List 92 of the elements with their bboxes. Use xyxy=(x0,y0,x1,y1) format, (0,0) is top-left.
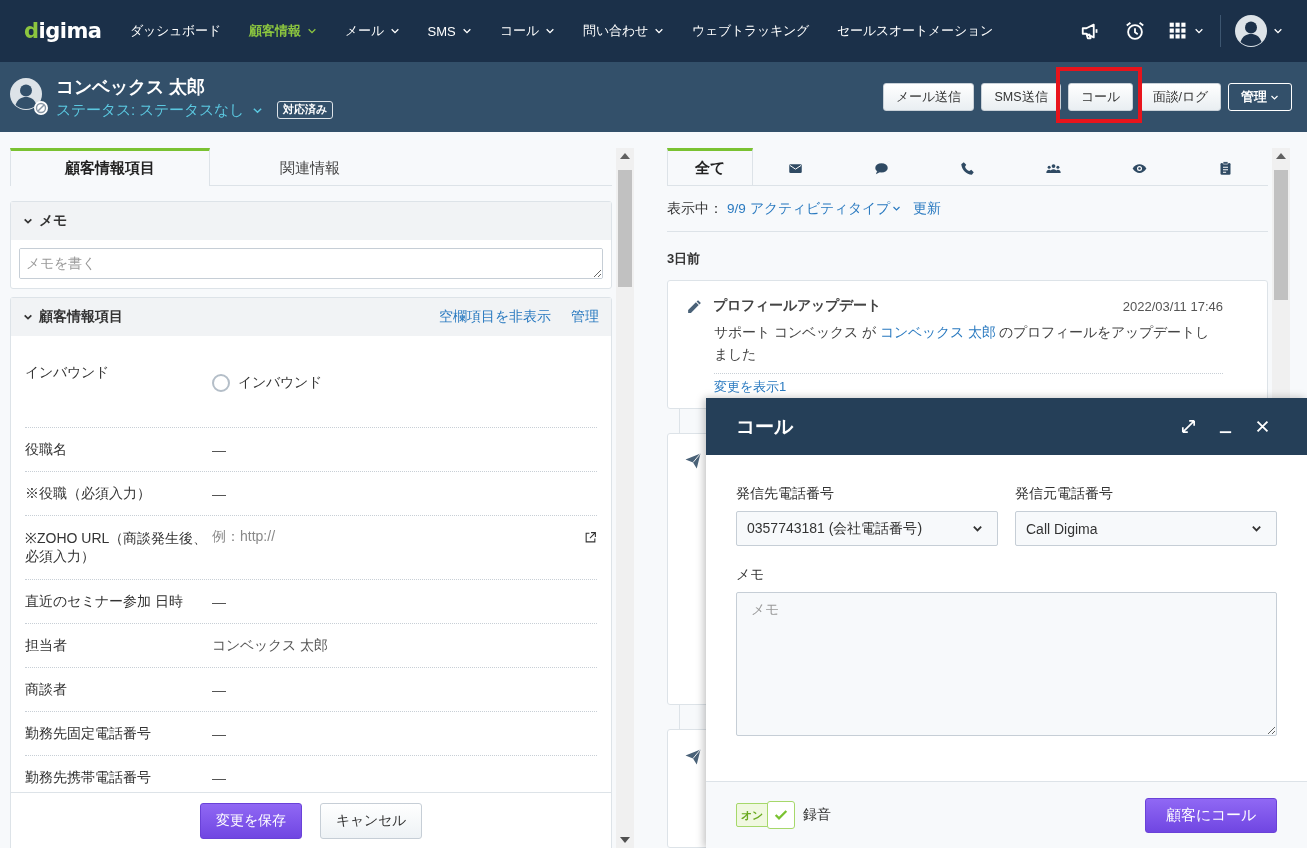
nav-item[interactable]: SMS xyxy=(427,23,472,39)
send-icon xyxy=(684,748,702,766)
chevron-down-icon[interactable] xyxy=(1251,523,1262,534)
filter-label: 表示中： xyxy=(667,199,723,218)
field-label: インバウンド xyxy=(25,364,110,382)
refresh-link[interactable]: 更新 xyxy=(912,199,941,218)
field-label: 商談者 xyxy=(25,680,68,699)
dialog-title: コール xyxy=(736,414,794,439)
section-title: 顧客情報項目 xyxy=(39,308,123,326)
apps-grid-icon[interactable] xyxy=(1168,21,1188,41)
chevron-down-icon xyxy=(1273,26,1283,36)
field-value: — xyxy=(212,769,226,786)
activity-title: プロフィールアップデート xyxy=(713,297,882,315)
chevron-down-icon xyxy=(1194,26,1204,36)
chevron-down-icon[interactable] xyxy=(23,312,33,322)
show-changes-link[interactable]: 変更を表示1 xyxy=(714,378,1223,396)
status-badge: 対応済み xyxy=(277,101,334,119)
chevron-down-icon[interactable] xyxy=(972,523,983,534)
field-value: — xyxy=(212,485,226,502)
url-field[interactable]: 例：http:// xyxy=(212,528,276,546)
scrollbar-thumb[interactable] xyxy=(618,170,632,287)
field-label: 発信元電話番号 xyxy=(1015,485,1114,503)
section-title: メモ xyxy=(39,212,67,230)
day-heading: 3日前 xyxy=(667,250,702,268)
phone-icon xyxy=(960,161,975,176)
destination-number-dropdown[interactable]: 0357743181 (会社電話番号) xyxy=(736,511,998,546)
nav-item[interactable]: 顧客情報 xyxy=(248,22,317,40)
section-link[interactable]: 空欄項目を非表示 xyxy=(439,308,551,326)
field-value: コンベックス 太郎 xyxy=(212,636,328,655)
caller-number-dropdown[interactable]: Call Digima xyxy=(1015,511,1277,546)
field-label: ※役職（必須入力） xyxy=(25,484,152,503)
action-button[interactable]: メール送信 xyxy=(883,83,975,111)
panel-tab[interactable]: 関連情報 xyxy=(210,148,410,186)
external-link-icon[interactable] xyxy=(584,530,597,544)
field-label: 発信先電話番号 xyxy=(736,485,835,503)
mail-icon xyxy=(788,161,804,176)
eye-icon xyxy=(1131,161,1147,176)
field-value: — xyxy=(212,681,226,698)
app-logo: digima xyxy=(24,19,102,43)
avatar-icon xyxy=(10,78,48,116)
action-button[interactable]: SMS送信 xyxy=(981,83,1061,111)
activity-type-dropdown[interactable]: 9/9 アクティビティタイプ xyxy=(727,199,901,218)
field-label: ※ZOHO URL（商談発生後、必須入力） xyxy=(25,529,209,566)
activity-time: 2022/03/11 17:46 xyxy=(1122,298,1223,314)
memo-field[interactable]: メモ xyxy=(736,592,1277,736)
customer-link[interactable]: コンベックス 太郎 xyxy=(879,324,996,340)
chat-icon xyxy=(874,161,890,176)
record-checkbox[interactable] xyxy=(767,801,795,829)
status-dropdown[interactable]: ステータス: ステータスなし xyxy=(56,100,264,120)
nav-item[interactable]: ウェブトラッキング xyxy=(691,22,809,40)
scroll-down-icon[interactable] xyxy=(620,836,630,844)
group-icon xyxy=(1045,161,1061,176)
activity-tab[interactable]: 全て xyxy=(667,148,753,186)
field-value: — xyxy=(212,441,226,458)
field-label: 勤務先携帯電話番号 xyxy=(25,768,152,787)
scrollbar-thumb[interactable] xyxy=(1274,170,1288,300)
record-label: 録音 xyxy=(803,806,831,824)
action-button[interactable]: 面談/ログ xyxy=(1139,83,1221,111)
panel-tab[interactable]: 顧客情報項目 xyxy=(10,148,210,186)
nav-item[interactable]: 問い合わせ xyxy=(582,22,664,40)
user-avatar-icon[interactable] xyxy=(1235,15,1267,47)
close-icon[interactable] xyxy=(1254,418,1271,435)
chevron-down-icon xyxy=(891,204,901,213)
field-label: 役職名 xyxy=(25,440,68,459)
memo-field[interactable]: メモを書く xyxy=(19,248,603,279)
field-label: メモ xyxy=(736,566,765,584)
toggle-label: オン xyxy=(736,803,768,827)
call-customer-button[interactable]: 顧客にコール xyxy=(1145,797,1277,833)
nav-item[interactable]: コール xyxy=(499,22,555,40)
chevron-down-icon[interactable] xyxy=(23,216,33,226)
nav-item[interactable]: メール xyxy=(344,22,400,40)
field-label: 勤務先固定電話番号 xyxy=(25,724,152,743)
cancel-button[interactable]: キャンセル xyxy=(320,802,422,839)
alarm-clock-icon[interactable] xyxy=(1124,20,1146,42)
field-label: 直近のセミナー参加 日時 xyxy=(25,592,184,611)
save-button[interactable]: 変更を保存 xyxy=(200,802,302,839)
field-label: 担当者 xyxy=(25,636,68,655)
manage-menu-button[interactable]: 管理 xyxy=(1228,83,1292,111)
field-value: — xyxy=(212,593,226,610)
scroll-up-icon[interactable] xyxy=(620,152,630,160)
send-icon xyxy=(684,452,702,470)
expand-icon[interactable] xyxy=(1180,418,1197,435)
customer-name: コンベックス 太郎 xyxy=(56,75,206,99)
activity-description: サポート コンベックス が コンベックス 太郎 のプロフィールをアップデートしました xyxy=(714,323,1211,364)
field-value: — xyxy=(212,725,226,742)
radio-label[interactable]: インバウンド xyxy=(238,374,322,392)
scroll-up-icon[interactable] xyxy=(1276,152,1286,160)
radio-button[interactable] xyxy=(212,374,230,392)
nav-item[interactable]: ダッシュボード xyxy=(129,22,221,40)
nav-item[interactable]: セールスオートメーション xyxy=(836,22,993,40)
section-link[interactable]: 管理 xyxy=(571,308,599,326)
action-button[interactable]: コール xyxy=(1067,83,1133,111)
